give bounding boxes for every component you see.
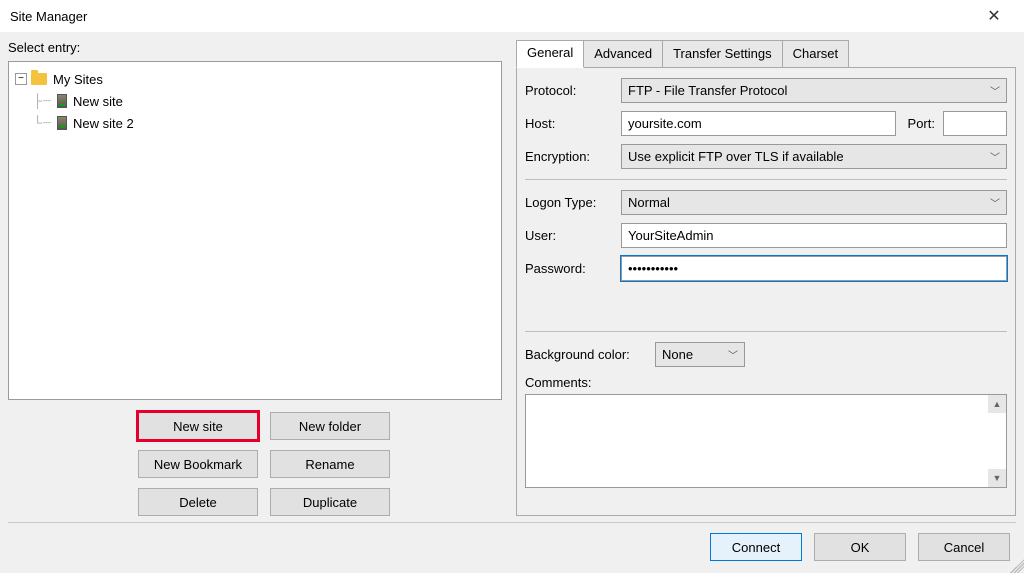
tree-item[interactable]: └┈ New site 2 bbox=[15, 112, 495, 134]
password-label: Password: bbox=[525, 261, 621, 276]
logon-type-value: Normal bbox=[628, 195, 670, 210]
comments-label: Comments: bbox=[525, 375, 1007, 390]
cancel-button[interactable]: Cancel bbox=[918, 533, 1010, 561]
tabs-bar: General Advanced Transfer Settings Chars… bbox=[516, 40, 1016, 68]
scroll-down-icon[interactable]: ▼ bbox=[988, 469, 1006, 487]
separator bbox=[525, 331, 1007, 332]
new-folder-button[interactable]: New folder bbox=[270, 412, 390, 440]
delete-button[interactable]: Delete bbox=[138, 488, 258, 516]
resize-grip-icon[interactable] bbox=[1010, 559, 1024, 573]
server-icon bbox=[57, 116, 67, 130]
window-title: Site Manager bbox=[10, 9, 87, 24]
tree-root-label: My Sites bbox=[53, 72, 103, 87]
encryption-dropdown[interactable]: Use explicit FTP over TLS if available ﹀ bbox=[621, 144, 1007, 169]
chevron-down-icon: ﹀ bbox=[990, 195, 1000, 210]
tree-root-node[interactable]: − My Sites bbox=[15, 68, 495, 90]
bottom-bar: Connect OK Cancel bbox=[0, 523, 1024, 571]
chevron-down-icon: ﹀ bbox=[990, 83, 1000, 98]
new-bookmark-button[interactable]: New Bookmark bbox=[138, 450, 258, 478]
main-content: Select entry: − My Sites ├┈ New site └┈ … bbox=[0, 32, 1024, 516]
scroll-up-icon[interactable]: ▲ bbox=[988, 395, 1006, 413]
bgcolor-dropdown[interactable]: None ﹀ bbox=[655, 342, 745, 367]
server-icon bbox=[57, 94, 67, 108]
general-panel: Protocol: FTP - File Transfer Protocol ﹀… bbox=[516, 67, 1016, 516]
user-label: User: bbox=[525, 228, 621, 243]
ok-button[interactable]: OK bbox=[814, 533, 906, 561]
tree-item-label: New site bbox=[73, 94, 123, 109]
rename-button[interactable]: Rename bbox=[270, 450, 390, 478]
comments-textarea[interactable] bbox=[525, 394, 1007, 488]
collapse-icon[interactable]: − bbox=[15, 73, 27, 85]
site-tree[interactable]: − My Sites ├┈ New site └┈ New site 2 bbox=[8, 61, 502, 400]
port-label: Port: bbox=[908, 116, 935, 131]
title-bar: Site Manager ✕ bbox=[0, 0, 1024, 32]
host-label: Host: bbox=[525, 116, 621, 131]
duplicate-button[interactable]: Duplicate bbox=[270, 488, 390, 516]
chevron-down-icon: ﹀ bbox=[728, 347, 738, 362]
user-input[interactable] bbox=[621, 223, 1007, 248]
password-input[interactable] bbox=[621, 256, 1007, 281]
protocol-label: Protocol: bbox=[525, 83, 621, 98]
protocol-value: FTP - File Transfer Protocol bbox=[628, 83, 787, 98]
chevron-down-icon: ﹀ bbox=[990, 149, 1000, 164]
tree-item-label: New site 2 bbox=[73, 116, 134, 131]
tab-transfer-settings[interactable]: Transfer Settings bbox=[663, 40, 783, 68]
encryption-value: Use explicit FTP over TLS if available bbox=[628, 149, 844, 164]
tab-charset[interactable]: Charset bbox=[783, 40, 850, 68]
comments-wrap: ▲ ▼ bbox=[525, 394, 1007, 488]
left-button-grid: New site New folder New Bookmark Rename … bbox=[8, 400, 502, 516]
tree-item[interactable]: ├┈ New site bbox=[15, 90, 495, 112]
bgcolor-value: None bbox=[662, 347, 693, 362]
folder-icon bbox=[31, 73, 47, 85]
left-pane: Select entry: − My Sites ├┈ New site └┈ … bbox=[8, 40, 502, 516]
right-pane: General Advanced Transfer Settings Chars… bbox=[516, 40, 1016, 516]
port-input[interactable] bbox=[943, 111, 1007, 136]
tab-general[interactable]: General bbox=[516, 40, 584, 68]
logon-type-dropdown[interactable]: Normal ﹀ bbox=[621, 190, 1007, 215]
logon-type-label: Logon Type: bbox=[525, 195, 621, 210]
protocol-dropdown[interactable]: FTP - File Transfer Protocol ﹀ bbox=[621, 78, 1007, 103]
encryption-label: Encryption: bbox=[525, 149, 621, 164]
host-input[interactable] bbox=[621, 111, 896, 136]
close-icon[interactable]: ✕ bbox=[974, 6, 1014, 26]
separator bbox=[525, 179, 1007, 180]
connect-button[interactable]: Connect bbox=[710, 533, 802, 561]
tab-advanced[interactable]: Advanced bbox=[584, 40, 663, 68]
bgcolor-label: Background color: bbox=[525, 347, 655, 362]
new-site-button[interactable]: New site bbox=[138, 412, 258, 440]
select-entry-label: Select entry: bbox=[8, 40, 502, 55]
